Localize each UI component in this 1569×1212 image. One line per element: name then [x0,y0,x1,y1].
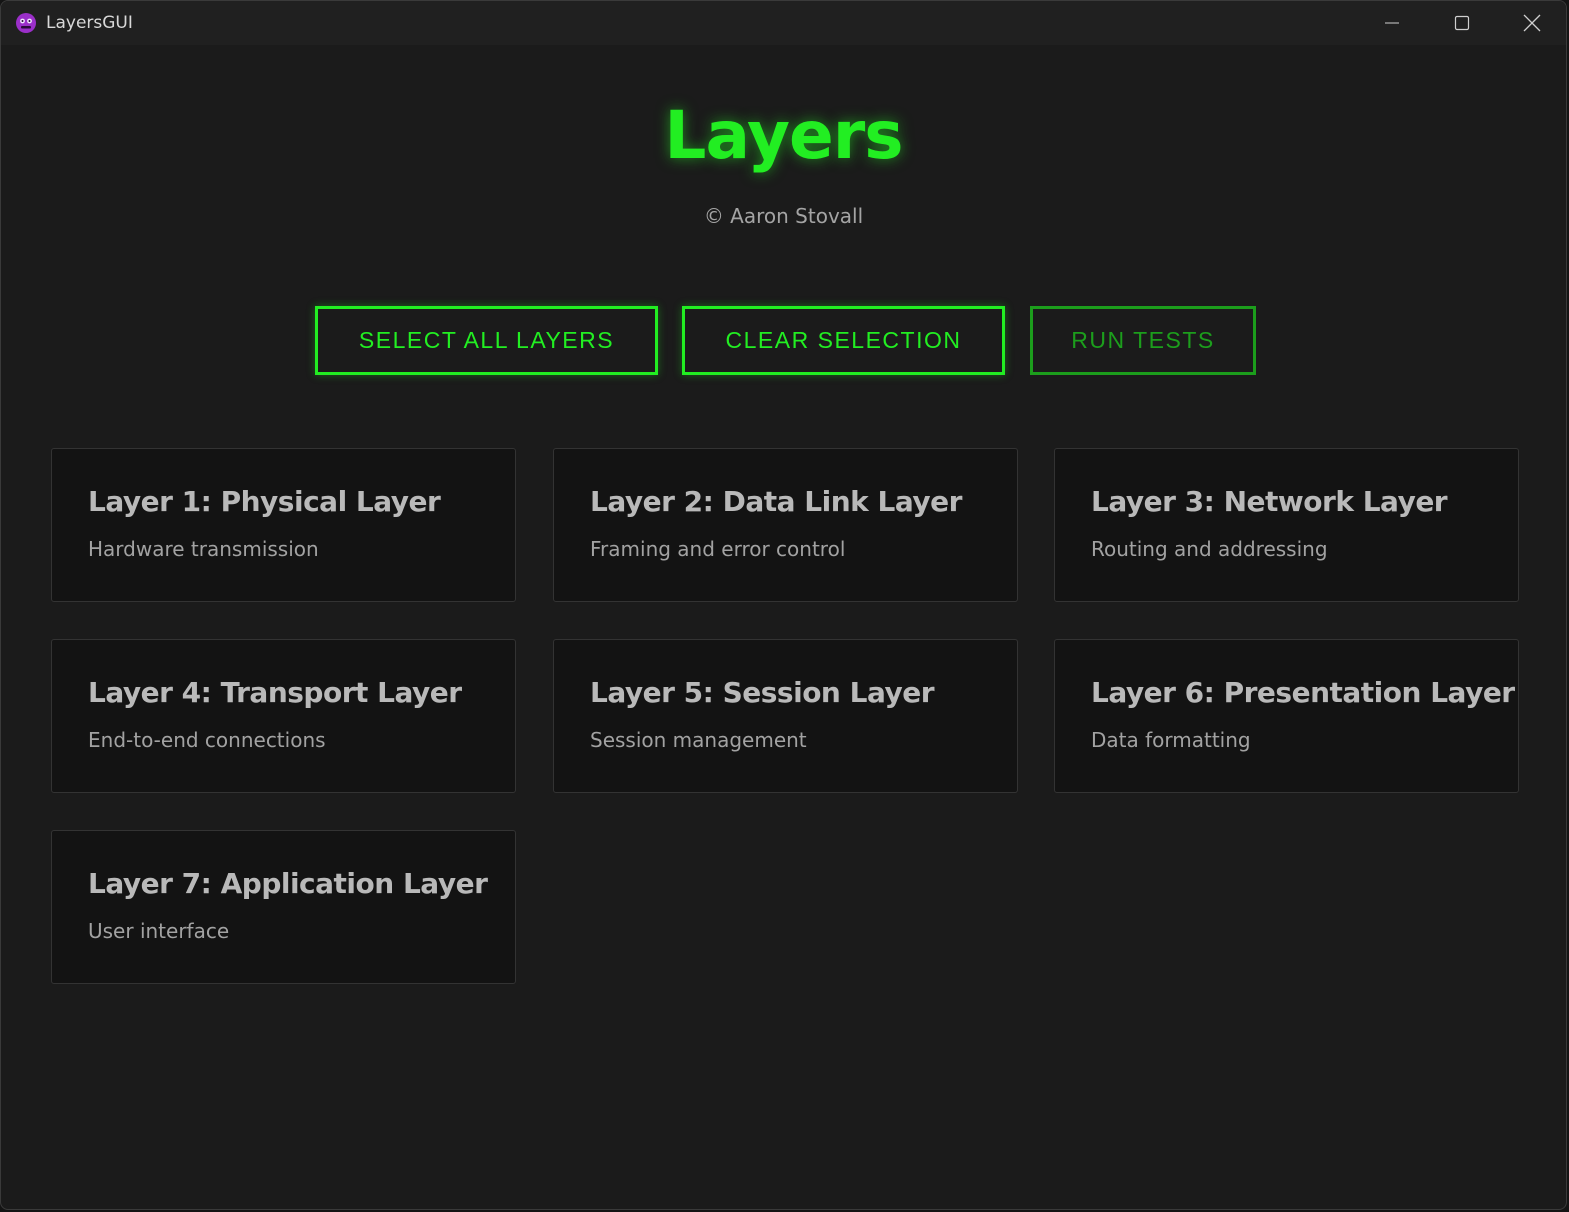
select-all-layers-button[interactable]: SELECT ALL LAYERS [315,306,658,375]
close-icon [1523,14,1541,32]
window-title: LayersGUI [46,13,133,33]
layer-card-title: Layer 7: Application Layer [88,867,488,900]
layer-card-2[interactable]: Layer 2: Data Link Layer Framing and err… [553,448,1018,602]
app-window: LayersGUI Layers © Aaron Stovall SELECT … [0,0,1567,1210]
clear-selection-button[interactable]: CLEAR SELECTION [682,306,1005,375]
layer-card-title: Layer 3: Network Layer [1091,485,1448,518]
layer-card-title: Layer 4: Transport Layer [88,676,462,709]
maximize-button[interactable] [1427,1,1497,45]
run-tests-button[interactable]: RUN TESTS [1030,306,1256,375]
layer-card-description: Framing and error control [590,537,846,561]
layer-card-description: End-to-end connections [88,728,326,752]
copyright-text: © Aaron Stovall [703,204,864,228]
minimize-button[interactable] [1357,1,1427,45]
alien-face-icon [15,12,37,34]
layer-card-description: Routing and addressing [1091,537,1328,561]
layer-card-3[interactable]: Layer 3: Network Layer Routing and addre… [1054,448,1519,602]
layer-card-7[interactable]: Layer 7: Application Layer User interfac… [51,830,516,984]
layer-card-description: User interface [88,919,230,943]
page-title: Layers [664,97,903,174]
layer-card-4[interactable]: Layer 4: Transport Layer End-to-end conn… [51,639,516,793]
close-button[interactable] [1497,1,1566,45]
layer-card-6[interactable]: Layer 6: Presentation Layer Data formatt… [1054,639,1519,793]
layer-card-description: Session management [590,728,807,752]
minimize-icon [1384,15,1400,31]
layer-card-title: Layer 2: Data Link Layer [590,485,962,518]
layer-card-title: Layer 1: Physical Layer [88,485,441,518]
layer-card-title: Layer 6: Presentation Layer [1091,676,1515,709]
maximize-icon [1454,15,1470,31]
layer-card-5[interactable]: Layer 5: Session Layer Session managemen… [553,639,1018,793]
layer-card-description: Data formatting [1091,728,1251,752]
layer-card-description: Hardware transmission [88,537,319,561]
layer-card-1[interactable]: Layer 1: Physical Layer Hardware transmi… [51,448,516,602]
title-bar[interactable]: LayersGUI [1,1,1566,45]
layer-card-title: Layer 5: Session Layer [590,676,935,709]
